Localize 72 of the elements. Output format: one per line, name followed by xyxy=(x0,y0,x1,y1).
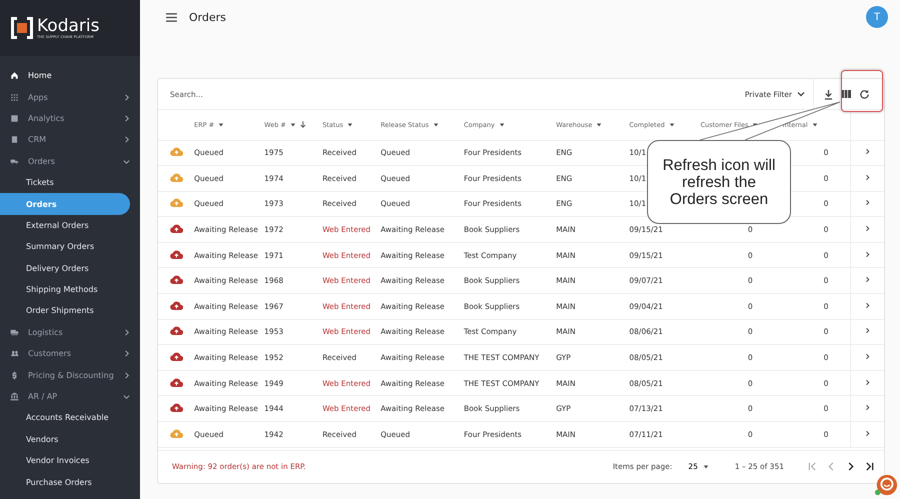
columns-icon[interactable] xyxy=(841,89,851,99)
nav-subitem[interactable]: Purchase Orders xyxy=(0,471,130,493)
logo-name: Kodaris xyxy=(37,17,100,35)
nav-icon xyxy=(10,114,19,123)
chevron-icon xyxy=(123,328,130,336)
nav-icon xyxy=(10,92,19,102)
caret-icon xyxy=(812,122,818,128)
refresh-icon[interactable] xyxy=(859,88,870,100)
chevron-right-icon[interactable] xyxy=(864,353,871,360)
nav-item[interactable]: Orders xyxy=(0,150,140,172)
nav-subitem[interactable]: External Orders xyxy=(0,214,130,236)
avatar[interactable]: T xyxy=(866,6,888,28)
nav-subitem[interactable]: Summary Orders xyxy=(0,236,130,258)
nav-item[interactable]: Customers xyxy=(0,343,140,364)
nav-subitem[interactable]: Tickets xyxy=(0,172,130,194)
chevron-icon xyxy=(123,94,130,101)
nav-icon xyxy=(10,328,19,337)
chevron-right-icon[interactable] xyxy=(864,148,871,156)
nav-subitem[interactable]: Delivery Orders xyxy=(0,258,130,279)
nav-icon xyxy=(10,392,19,402)
caret-icon xyxy=(668,122,675,128)
download-icon[interactable] xyxy=(824,88,833,100)
chevron-right-icon[interactable] xyxy=(864,250,871,258)
nav-item[interactable]: Analytics xyxy=(0,108,140,130)
nav-item[interactable]: Pricing & Discounting xyxy=(0,364,140,386)
next-page-icon[interactable] xyxy=(846,462,855,472)
nav-subitem[interactable]: Accounts Receivable xyxy=(0,407,130,429)
chevron-right-icon[interactable] xyxy=(864,225,871,232)
chevron-icon xyxy=(123,393,130,400)
caret-icon xyxy=(290,122,296,128)
nav-item[interactable]: CRM xyxy=(0,129,140,151)
page-title: Orders xyxy=(189,10,226,24)
nav-icon xyxy=(10,71,19,80)
nav-subitem[interactable]: Vendors xyxy=(0,428,130,450)
chevron-right-icon[interactable] xyxy=(864,430,871,437)
caret-icon xyxy=(218,122,224,128)
nav-icon xyxy=(10,370,19,380)
chevron-right-icon[interactable] xyxy=(864,199,871,206)
nav-item[interactable]: Apps xyxy=(0,86,140,108)
chevron-icon xyxy=(123,114,130,122)
nav-icon xyxy=(10,135,19,144)
nav-subitem[interactable]: Orders xyxy=(0,193,130,215)
chevron-right-icon[interactable] xyxy=(864,378,871,386)
caret-icon xyxy=(432,122,439,128)
nav-subitem[interactable]: Vendor Invoices xyxy=(0,450,130,472)
logo-icon xyxy=(10,16,34,40)
chevron-right-icon[interactable] xyxy=(864,404,871,412)
chevron-right-icon[interactable] xyxy=(864,302,871,309)
nav-icon xyxy=(10,156,19,166)
nav-item[interactable]: Logistics xyxy=(0,322,140,344)
chevron-right-icon[interactable] xyxy=(864,276,871,284)
highlight-frame xyxy=(841,70,883,112)
menu-icon[interactable] xyxy=(166,12,177,22)
last-page-icon[interactable] xyxy=(865,462,874,472)
chevron-icon xyxy=(123,136,130,144)
caret-icon xyxy=(498,122,505,128)
chevron-icon xyxy=(123,158,130,165)
nav-subitem[interactable]: Order Shipments xyxy=(0,300,130,322)
chevron-right-icon[interactable] xyxy=(864,174,871,181)
caret-icon xyxy=(596,122,602,128)
sort-arrow-icon xyxy=(300,120,306,129)
nav-item[interactable]: AR / AP xyxy=(0,386,140,408)
chevron-icon xyxy=(123,372,130,379)
nav-item[interactable]: Home xyxy=(0,65,140,86)
chevron-icon xyxy=(123,350,130,358)
caret-icon xyxy=(347,122,354,128)
caret-icon xyxy=(702,464,709,470)
chevron-down-icon xyxy=(797,90,805,98)
chevron-right-icon[interactable] xyxy=(864,327,871,334)
nav-subitem[interactable]: Shipping Methods xyxy=(0,278,130,300)
nav-icon xyxy=(10,349,19,358)
chat-icon[interactable] xyxy=(874,473,898,497)
